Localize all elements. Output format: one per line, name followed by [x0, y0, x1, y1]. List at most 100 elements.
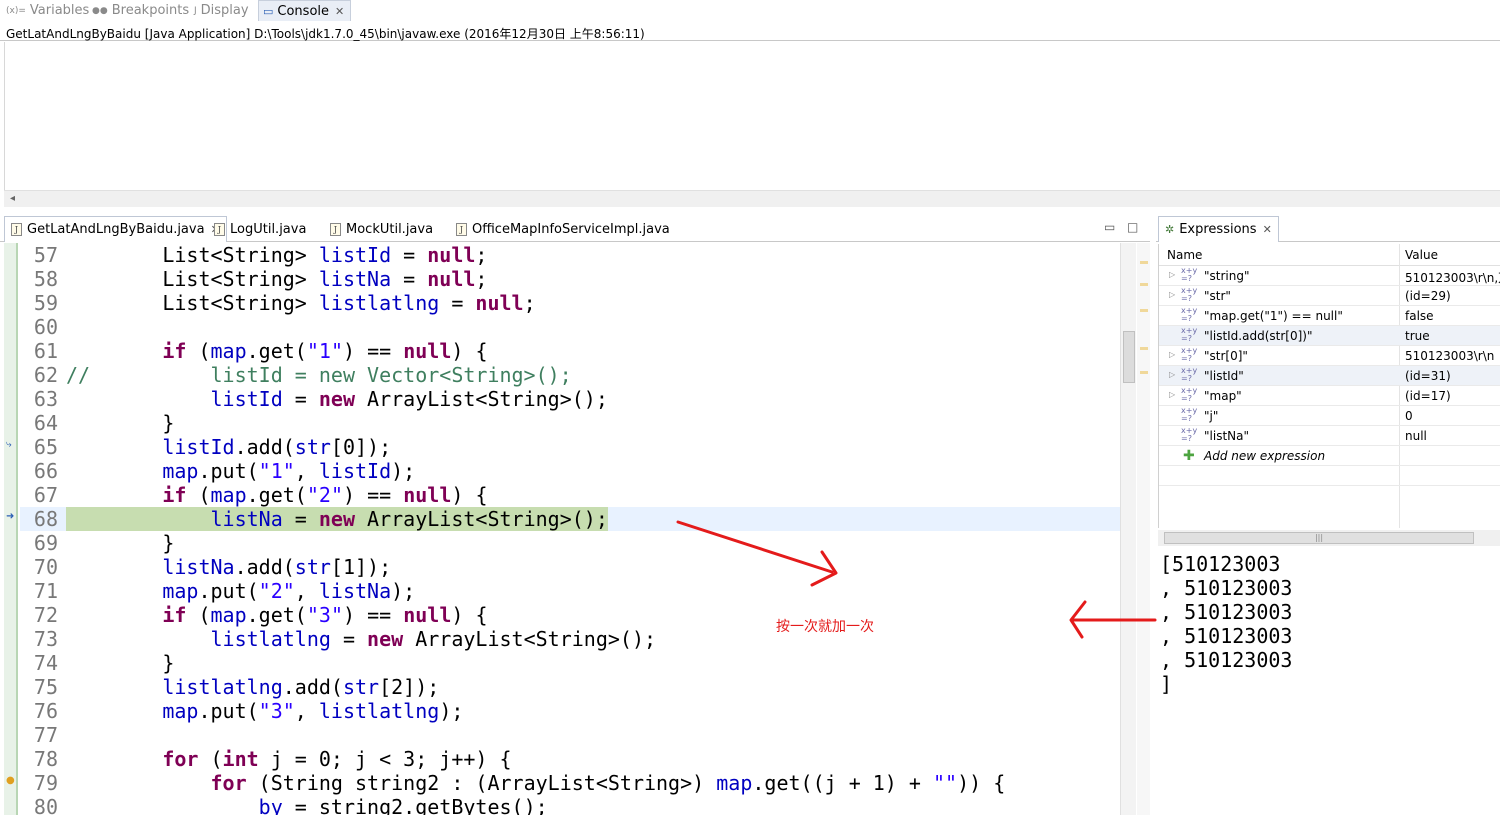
editor-tab-logutil[interactable]: J LogUtil.java [214, 216, 306, 242]
tab-breakpoints[interactable]: ●● Breakpoints [92, 0, 189, 21]
tab-display[interactable]: J Display [194, 0, 249, 21]
code-line: 70 listNa.add(str[1]); [20, 555, 1120, 579]
expand-arrow-icon[interactable]: ▷ [1169, 390, 1175, 399]
scrollbar-thumb[interactable] [1123, 331, 1135, 383]
code-editor[interactable]: ⤷ ➜ ● 57 List<String> listId = null; 58 … [0, 243, 1150, 815]
code-line: 67 if (map.get("2") == null) { [20, 483, 1120, 507]
detail-line: , 510123003 [1160, 576, 1293, 600]
expressions-tabbar: ✲ Expressions ✕ [1156, 214, 1500, 242]
current-debug-line: 68 listNa = new ArrayList<String>(); [20, 507, 1120, 531]
expression-row[interactable]: ▷ x+y =? "string" 510123003\r\n,万 [1159, 266, 1500, 286]
line-number: 77 [33, 723, 58, 747]
add-icon: ✚ [1183, 448, 1195, 464]
editor-overview-ruler[interactable] [1137, 243, 1150, 815]
line-number: 62 [33, 363, 58, 387]
line-number: 71 [33, 579, 58, 603]
console-horizontal-scrollbar[interactable]: ◂ [4, 190, 1500, 207]
expression-name: "str[0]" [1204, 349, 1248, 363]
expressions-horizontal-scrollbar[interactable]: ||| [1158, 530, 1500, 546]
java-file-icon: J [456, 222, 467, 236]
expression-value: true [1405, 329, 1430, 343]
console-output-area[interactable] [4, 42, 1500, 190]
code-line: 71 map.put("2", listNa); [20, 579, 1120, 603]
expression-value: false [1405, 309, 1434, 323]
debug-view-tabbar: (x)= Variables ●● Breakpoints J Display … [0, 0, 1500, 21]
expression-row[interactable]: x+y =? "listNa" null [1159, 426, 1500, 446]
expression-row[interactable]: ▷ x+y =? "map" (id=17) [1159, 386, 1500, 406]
expression-row-selected[interactable]: ▷ x+y =? "listId" (id=31) [1159, 366, 1500, 386]
line-number: 79 [33, 771, 58, 795]
code-line: 77 [20, 723, 1120, 747]
overview-marker[interactable] [1140, 371, 1148, 374]
editor-tab-mockutil[interactable]: J MockUtil.java [330, 216, 433, 242]
line-number: 67 [33, 483, 58, 507]
variables-icon: (x)= [6, 5, 26, 16]
watch-expression-icon: x+y =? [1181, 346, 1198, 363]
overview-marker[interactable] [1140, 347, 1148, 350]
code-line: 74 } [20, 651, 1120, 675]
tab-display-label: Display [200, 3, 249, 18]
tab-expressions[interactable]: ✲ Expressions ✕ [1158, 216, 1279, 242]
line-number: 66 [33, 459, 58, 483]
code-line: 64 } [20, 411, 1120, 435]
expressions-icon: ✲ [1165, 223, 1175, 236]
expression-row[interactable]: ▷ x+y =? "str" (id=29) [1159, 286, 1500, 306]
java-file-icon: J [214, 222, 225, 236]
expressions-table: Name Value ▷ x+y =? "string" 510123003\r\… [1158, 244, 1500, 528]
tab-variables[interactable]: (x)= Variables [6, 0, 89, 21]
editor-tab-officemapinfoserviceimpl[interactable]: J OfficeMapInfoServiceImpl.java [456, 216, 670, 242]
breakpoint-marker-icon[interactable]: ⤷ [6, 439, 12, 450]
expression-row[interactable]: ▷ x+y =? "str[0]" 510123003\r\n [1159, 346, 1500, 366]
expand-arrow-icon[interactable]: ▷ [1169, 290, 1175, 299]
code-line: 65 listId.add(str[0]); [20, 435, 1120, 459]
close-icon[interactable]: ✕ [335, 5, 344, 18]
expression-row[interactable]: x+y =? "map.get("1") == null" false [1159, 306, 1500, 326]
line-number: 63 [33, 387, 58, 411]
expression-row-selected[interactable]: x+y =? "listId.add(str[0])" true [1159, 326, 1500, 346]
overview-marker[interactable] [1140, 261, 1148, 264]
code-line: 58 List<String> listNa = null; [20, 267, 1120, 291]
editor-tab-label: MockUtil.java [346, 221, 434, 237]
tab-console[interactable]: ▭ Console ✕ [258, 0, 352, 21]
code-line: 78 for (int j = 0; j < 3; j++) { [20, 747, 1120, 771]
java-file-icon: J [11, 223, 22, 236]
expression-name: "map.get("1") == null" [1204, 309, 1343, 323]
line-number: 78 [33, 747, 58, 771]
code-line: 57 List<String> listId = null; [20, 243, 1120, 267]
overview-marker[interactable] [1140, 309, 1148, 312]
line-number: 75 [33, 675, 58, 699]
column-header-value[interactable]: Value [1405, 248, 1438, 262]
watch-expression-icon: x+y =? [1181, 266, 1198, 283]
add-expression-row[interactable]: ✚ Add new expression [1159, 446, 1500, 466]
minimize-icon[interactable]: ▭ [1104, 220, 1115, 234]
scroll-left-icon[interactable]: ◂ [10, 193, 15, 204]
add-new-expression-label[interactable]: Add new expression [1204, 449, 1325, 463]
editor-gutter[interactable]: ⤷ ➜ ● [4, 243, 18, 815]
editor-vertical-scrollbar[interactable] [1120, 243, 1136, 815]
close-icon[interactable]: ✕ [1263, 223, 1272, 236]
breakpoints-icon: ●● [92, 5, 108, 16]
code-line: 62// listId = new Vector<String>(); [20, 363, 1120, 387]
code-lines: 57 List<String> listId = null; 58 List<S… [20, 243, 1120, 815]
overview-marker[interactable] [1140, 283, 1148, 286]
tab-variables-label: Variables [29, 3, 90, 18]
expand-arrow-icon[interactable]: ▷ [1169, 370, 1175, 379]
editor-tab-getlatandlngbybaidu[interactable]: J GetLatAndLngByBaidu.java ✕ [4, 216, 227, 242]
expression-value: null [1405, 429, 1427, 443]
expression-value: 510123003\r\n,万 [1405, 271, 1500, 285]
empty-row [1159, 466, 1500, 486]
instruction-pointer-icon: ➜ [6, 511, 15, 522]
line-number: 68 [33, 507, 58, 531]
expression-detail-pane[interactable]: [510123003 , 510123003 , 510123003 , 510… [1160, 552, 1500, 815]
expression-row[interactable]: x+y =? "j" 0 [1159, 406, 1500, 426]
scrollbar-thumb[interactable]: ||| [1164, 532, 1474, 544]
expression-value: 510123003\r\n [1405, 349, 1495, 363]
expand-arrow-icon[interactable]: ▷ [1169, 350, 1175, 359]
maximize-icon[interactable]: □ [1127, 220, 1138, 234]
detail-line: [510123003 [1160, 552, 1281, 576]
expand-arrow-icon[interactable]: ▷ [1169, 270, 1175, 279]
column-header-name[interactable]: Name [1167, 248, 1202, 262]
warning-marker-icon[interactable]: ● [6, 775, 15, 786]
expression-value: (id=17) [1405, 389, 1451, 403]
console-icon: ▭ [263, 4, 274, 18]
